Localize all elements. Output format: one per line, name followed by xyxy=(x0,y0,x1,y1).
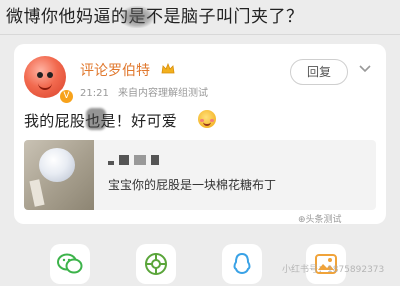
censor-smudge xyxy=(86,108,106,130)
share-wechat-button[interactable] xyxy=(50,244,90,284)
share-moments-button[interactable] xyxy=(136,244,176,284)
qq-icon xyxy=(233,252,251,275)
divider xyxy=(0,34,400,35)
comment-card: V 评论罗伯特 21:21 来自内容理解组测试 回复 我的屁股也是！好可爱 宝宝… xyxy=(14,44,386,224)
post-source: 来自内容理解组测试 xyxy=(118,88,209,99)
username[interactable]: 评论罗伯特 xyxy=(80,60,150,80)
reply-button[interactable]: 回复 xyxy=(290,59,348,85)
verified-badge-icon: V xyxy=(58,88,75,105)
previous-comment-text: 微博你他妈逼的是不是脑子叫门夹了？ xyxy=(6,7,304,27)
quoted-post[interactable]: 宝宝你的屁股是一块棉花糖布丁 xyxy=(24,140,376,210)
chevron-down-icon[interactable] xyxy=(358,64,372,74)
watermark: 小红书号：1875892373 xyxy=(282,265,385,275)
quoted-post-thumbnail[interactable] xyxy=(24,140,94,210)
avatar-eye xyxy=(47,72,53,78)
avatar-mouth xyxy=(38,81,52,90)
blush-emoji-icon xyxy=(198,110,216,128)
blur-block xyxy=(108,161,114,165)
crown-icon xyxy=(161,63,175,74)
pudding-image xyxy=(39,148,75,182)
quoted-post-text: 宝宝你的屁股是一块棉花糖布丁 xyxy=(108,178,277,192)
wechat-icon xyxy=(57,253,83,274)
share-qq-button[interactable] xyxy=(222,244,262,284)
censor-smudge xyxy=(120,6,154,28)
moments-icon xyxy=(145,253,167,275)
blur-block xyxy=(119,155,129,165)
emoji-mouth xyxy=(203,120,211,126)
avatar-eye xyxy=(37,72,43,78)
package-image xyxy=(29,179,45,207)
blur-block xyxy=(151,155,159,165)
quoted-post-title-blurred xyxy=(108,152,188,168)
blur-block xyxy=(134,155,146,165)
post-meta: 21:21 来自内容理解组测试 xyxy=(80,84,214,99)
watermark: ⊕头条测试 xyxy=(298,215,342,225)
post-time: 21:21 xyxy=(80,88,109,99)
share-bar xyxy=(0,232,400,286)
